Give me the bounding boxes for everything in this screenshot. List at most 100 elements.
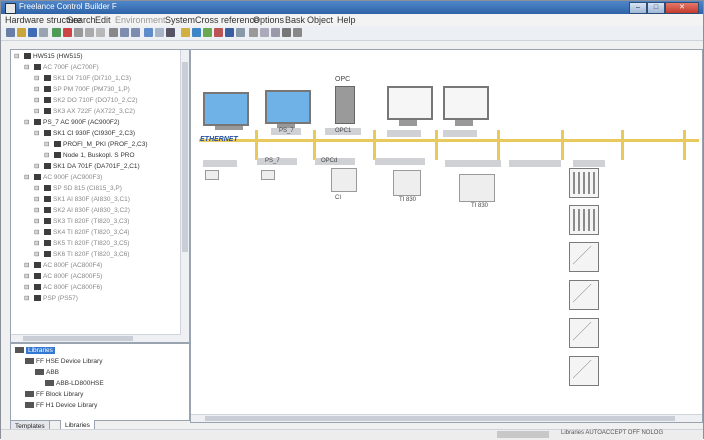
menu-bask[interactable]: Bask [285,15,305,25]
tree-item[interactable]: ⊟ SP PM 700F (PM730_1,P) [34,86,130,94]
expand-icon[interactable]: ⊟ [24,273,34,281]
expand-icon[interactable]: ⊟ [34,86,44,94]
expand-icon[interactable]: ⊟ [24,262,34,270]
monitor-icon[interactable] [166,28,175,37]
delete-icon[interactable] [109,28,118,37]
io-module-icon[interactable] [569,356,599,386]
print-icon[interactable] [39,28,48,37]
check-icon[interactable] [52,28,61,37]
tree-item[interactable]: ⊟ SK3 TI 820F (TI820_3,C3) [34,218,129,226]
expand-icon[interactable]: ⊟ [34,108,44,116]
start-icon[interactable] [203,28,212,37]
menu-search[interactable]: Search [67,15,96,25]
controller-rack-icon[interactable] [331,168,357,192]
menu-system[interactable]: System [165,15,195,25]
tree-item[interactable]: ⊟ PS_7 AC 900F (AC900F2) [24,119,120,127]
library-item[interactable]: FF Block Library [25,390,83,400]
hardware-tree[interactable]: ⊟ HW515 (HW515) ⊟ AC 700F (AC700F) ⊟ SK1 DI 7… [10,49,190,343]
tree-item[interactable]: ⊟ SK1 AI 830F (AI830_3,C1) [34,196,130,204]
close-button[interactable]: ✕ [665,2,699,14]
library-item[interactable]: Libraries [15,346,55,356]
menu-cross-reference[interactable]: Cross reference [195,15,259,25]
halt-icon[interactable] [214,28,223,37]
tree-item[interactable]: ⊟ AC 800F (AC800F5) [24,273,102,281]
controller-rack-icon[interactable] [393,170,421,196]
tree-item[interactable]: ⊟ AC 900F (AC900F3) [24,174,102,182]
undo-icon[interactable] [120,28,129,37]
tree-item[interactable]: ⊟ Node 1, Buskopl. S PRO [44,152,135,160]
tree-item[interactable]: ⊟ SK2 DO 710F (DO710_2,C2) [34,97,138,105]
tree-item[interactable]: ⊟ AC 700F (AC700F) [24,64,99,72]
tree-vertical-scrollbar[interactable] [180,50,189,342]
save-icon[interactable] [28,28,37,37]
monitor-icon[interactable] [387,86,433,120]
expand-icon[interactable]: ⊟ [34,163,44,171]
tree-item[interactable]: ⊟ SP SD 815 (CI815_3,P) [34,185,122,193]
expand-icon[interactable]: ⊟ [34,185,44,193]
io-module-icon[interactable] [569,280,599,310]
menu-object[interactable]: Object [307,15,333,25]
tree-item[interactable]: ⊟ SK3 AX 722F (AX722_3,C2) [34,108,135,116]
expand-icon[interactable]: ⊟ [34,218,44,226]
expand-icon[interactable]: ⊟ [14,53,24,61]
library-item[interactable]: ABB-LD800HSE [45,379,104,389]
tree-item[interactable]: ⊟ SK1 DA 701F (DA701F_2,C1) [34,163,140,171]
tree-item[interactable]: ⊟ SK4 TI 820F (TI820_3,C4) [34,229,129,237]
monitor-icon[interactable] [443,86,489,120]
operator-station-icon[interactable] [265,90,311,124]
expand-icon[interactable]: ⊟ [24,284,34,292]
server-tower-icon[interactable] [335,86,355,124]
tree-item[interactable]: ⊟ AC 800F (AC800F6) [24,284,102,292]
expand-icon[interactable]: ⊟ [34,229,44,237]
new-icon[interactable] [6,28,15,37]
expand-icon[interactable]: ⊟ [34,130,44,138]
menu-help[interactable]: Help [337,15,356,25]
io-module-icon[interactable] [569,205,599,235]
menu-options[interactable]: Options [253,15,284,25]
commission-icon[interactable] [181,28,190,37]
tree-horizontal-scrollbar[interactable] [11,334,181,342]
download-icon[interactable] [192,28,201,37]
cut-icon[interactable] [74,28,83,37]
expand-icon[interactable]: ⊟ [34,251,44,259]
laptop-icon[interactable] [203,92,249,126]
expand-icon[interactable]: ⊟ [34,207,44,215]
expand-icon[interactable]: ⊟ [44,152,54,160]
expand-icon[interactable]: ⊟ [34,240,44,248]
controller-rack-icon[interactable] [459,174,495,202]
expand-icon[interactable]: ⊟ [34,97,44,105]
zoom-icon[interactable] [249,28,258,37]
stop-icon[interactable] [63,28,72,37]
properties-icon[interactable] [260,28,269,37]
paste-icon[interactable] [96,28,105,37]
tree-item[interactable]: ⊟ SK6 TI 820F (TI820_3,C6) [34,251,129,259]
open-icon[interactable] [17,28,26,37]
expand-icon[interactable]: ⊟ [24,64,34,72]
library-item[interactable]: FF H1 Device Library [25,401,97,411]
tree-item[interactable]: ⊟ SK1 DI 710F (DI710_1,C3) [34,75,131,83]
arrow-icon[interactable] [293,28,302,37]
io-module-icon[interactable] [569,168,599,198]
grid-icon[interactable] [155,28,164,37]
find-icon[interactable] [144,28,153,37]
expand-icon[interactable]: ⊟ [34,75,44,83]
expand-icon[interactable]: ⊟ [34,196,44,204]
tree-item[interactable]: ⊟ SK1 CI 930F (CI930F_2,C3) [34,130,135,138]
expand-icon[interactable]: ⊟ [24,119,34,127]
library-item[interactable]: ABB [35,368,59,378]
menu-environment[interactable]: Environment [115,15,166,25]
settings-icon[interactable] [282,28,291,37]
cross-ref-icon[interactable] [236,28,245,37]
tree-item[interactable]: ⊟ SK2 AI 830F (AI830_3,C2) [34,207,130,215]
io-module-icon[interactable] [569,318,599,348]
tree-item[interactable]: ⊟ PSP (PS57) [24,295,78,303]
controller-icon[interactable] [261,170,275,180]
redo-icon[interactable] [131,28,140,37]
menu-edit[interactable]: Edit [95,15,111,25]
tree-item[interactable]: ⊟ AC 800F (AC800F4) [24,262,102,270]
controller-icon[interactable] [205,170,219,180]
expand-icon[interactable]: ⊟ [24,174,34,182]
tree-item[interactable]: ⊟ SK5 TI 820F (TI820_3,C5) [34,240,129,248]
layout-icon[interactable] [271,28,280,37]
library-item[interactable]: FF HSE Device Library [25,357,102,367]
